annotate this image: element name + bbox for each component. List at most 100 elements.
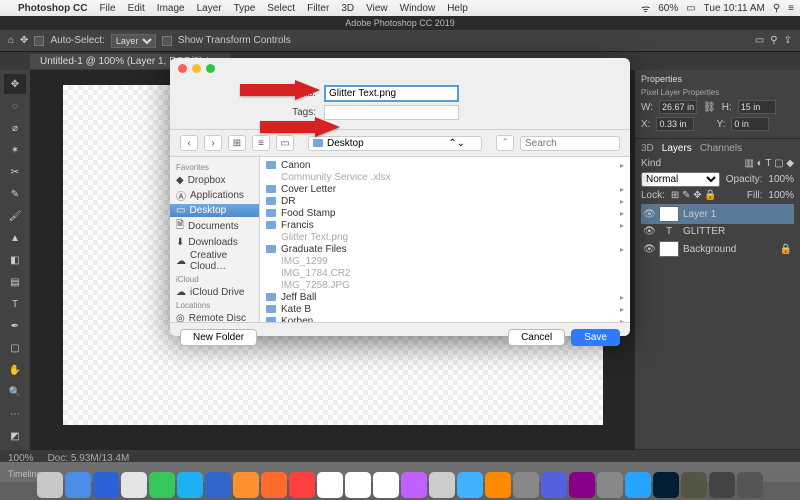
visibility-icon[interactable]: 👁	[643, 209, 655, 220]
tab-channels[interactable]: Channels	[700, 143, 742, 154]
sidebar-item-documents[interactable]: 🗎Documents	[170, 217, 259, 236]
dock-app-icon[interactable]	[569, 472, 595, 498]
lasso-tool[interactable]: ⌀	[4, 118, 26, 138]
show-transform-checkbox[interactable]	[162, 36, 172, 46]
wand-tool[interactable]: ✶	[4, 140, 26, 160]
dock-app-icon[interactable]	[317, 472, 343, 498]
dock-app-icon[interactable]	[401, 472, 427, 498]
more-tools[interactable]: ⋯	[4, 404, 26, 424]
dock-app-icon[interactable]	[485, 472, 511, 498]
dock-app-icon[interactable]	[149, 472, 175, 498]
menu-3d[interactable]: 3D	[341, 3, 354, 14]
sidebar-item-applications[interactable]: ⒶApplications	[170, 187, 259, 204]
sidebar-item-desktop[interactable]: ▭Desktop	[170, 204, 259, 217]
tab-3d[interactable]: 3D	[641, 143, 654, 154]
file-item[interactable]: Francis▸	[260, 219, 630, 231]
h-input[interactable]	[738, 100, 776, 114]
close-window-icon[interactable]	[178, 64, 187, 73]
new-folder-button[interactable]: New Folder	[180, 329, 257, 346]
view-grid-icon[interactable]: ⊞	[228, 135, 246, 151]
search-ps-icon[interactable]: ⚲	[770, 35, 777, 46]
share-icon[interactable]: ⇪	[784, 35, 792, 46]
shape-tool[interactable]: ▢	[4, 338, 26, 358]
menu-select[interactable]: Select	[267, 3, 295, 14]
zoom-tool[interactable]: 🔍	[4, 382, 26, 402]
marquee-tool[interactable]: ◌	[4, 96, 26, 116]
dock-app-icon[interactable]	[709, 472, 735, 498]
dock-app-icon[interactable]	[289, 472, 315, 498]
stamp-tool[interactable]: ▲	[4, 228, 26, 248]
sidebar-item-creativecloud[interactable]: ☁Creative Cloud…	[170, 249, 259, 273]
dock-app-icon[interactable]	[37, 472, 63, 498]
workspace-icon[interactable]: ▭	[755, 35, 764, 46]
dock-app-icon[interactable]	[513, 472, 539, 498]
menu-window[interactable]: Window	[400, 3, 436, 14]
save-as-input[interactable]	[324, 85, 459, 102]
sidebar-item-iclouddrive[interactable]: ☁iCloud Drive	[170, 286, 259, 299]
collapse-button[interactable]: ˆ	[496, 135, 514, 151]
auto-select-checkbox[interactable]	[34, 36, 44, 46]
file-item[interactable]: IMG_1784.CR2	[260, 267, 630, 279]
filter-icons[interactable]: ▥ ◐ T ▢ ◆	[745, 158, 795, 169]
crop-tool[interactable]: ✂	[4, 162, 26, 182]
file-item[interactable]: Jeff Ball▸	[260, 291, 630, 303]
gradient-tool[interactable]: ▤	[4, 272, 26, 292]
x-input[interactable]	[656, 117, 694, 131]
dock-app-icon[interactable]	[681, 472, 707, 498]
file-item[interactable]: IMG_1299	[260, 255, 630, 267]
dock-app-icon[interactable]	[205, 472, 231, 498]
spotlight-icon[interactable]: ⚲	[773, 3, 780, 14]
file-item[interactable]: IMG_7258.JPG	[260, 279, 630, 291]
tab-layers[interactable]: Layers	[662, 143, 692, 154]
file-item[interactable]: Kate B▸	[260, 303, 630, 315]
w-input[interactable]	[659, 100, 697, 114]
file-item[interactable]: Canon▸	[260, 159, 630, 171]
link-icon[interactable]: ⛓	[703, 102, 716, 113]
dock-app-icon[interactable]	[93, 472, 119, 498]
layer-row[interactable]: 👁TGLITTER	[641, 224, 794, 239]
file-item[interactable]: Korben▸	[260, 315, 630, 322]
file-item[interactable]: Food Stamp▸	[260, 207, 630, 219]
hand-tool[interactable]: ✋	[4, 360, 26, 380]
dock-app-icon[interactable]	[429, 472, 455, 498]
color-swatch[interactable]: ◩	[4, 426, 26, 446]
visibility-icon[interactable]: 👁	[643, 226, 655, 237]
menu-filter[interactable]: Filter	[307, 3, 329, 14]
dock-app-icon[interactable]	[457, 472, 483, 498]
layer-row[interactable]: 👁Background🔒	[641, 239, 794, 259]
type-tool[interactable]: T	[4, 294, 26, 314]
group-icon[interactable]: ▭	[276, 135, 294, 151]
sidebar-item-remotedisc[interactable]: ◎Remote Disc	[170, 312, 259, 322]
fill-value[interactable]: 100%	[768, 190, 794, 201]
file-list[interactable]: Canon▸Community Service .xlsxCover Lette…	[260, 157, 630, 322]
sidebar-item-downloads[interactable]: ⬇Downloads	[170, 236, 259, 249]
save-button[interactable]: Save	[571, 329, 620, 346]
cancel-button[interactable]: Cancel	[508, 329, 565, 346]
lock-icons[interactable]: ⊞ ✎ ✥ 🔒	[671, 190, 717, 201]
dock-app-icon[interactable]	[653, 472, 679, 498]
dock-app-icon[interactable]	[65, 472, 91, 498]
dock-app-icon[interactable]	[121, 472, 147, 498]
move-tool[interactable]: ✥	[4, 74, 26, 94]
menu-file[interactable]: File	[99, 3, 115, 14]
file-item[interactable]: Graduate Files▸	[260, 243, 630, 255]
y-input[interactable]	[731, 117, 769, 131]
dock-app-icon[interactable]	[373, 472, 399, 498]
back-button[interactable]: ‹	[180, 135, 198, 151]
dock-app-icon[interactable]	[737, 472, 763, 498]
pen-tool[interactable]: ✒	[4, 316, 26, 336]
zoom-window-icon[interactable]	[206, 64, 215, 73]
location-dropdown[interactable]: Desktop ⌃⌄	[308, 136, 482, 151]
menu-help[interactable]: Help	[447, 3, 468, 14]
sidebar-item-dropbox[interactable]: ◆Dropbox	[170, 174, 259, 187]
brush-tool[interactable]: 🖌	[4, 206, 26, 226]
wifi-icon[interactable]: ᯤ	[641, 1, 650, 15]
auto-select-dropdown[interactable]: Layer	[111, 34, 156, 48]
eyedropper-tool[interactable]: ✎	[4, 184, 26, 204]
menu-image[interactable]: Image	[157, 3, 185, 14]
eraser-tool[interactable]: ◧	[4, 250, 26, 270]
menu-layer[interactable]: Layer	[197, 3, 222, 14]
dock-app-icon[interactable]	[345, 472, 371, 498]
dock-app-icon[interactable]	[233, 472, 259, 498]
file-item[interactable]: Glitter Text.png	[260, 231, 630, 243]
